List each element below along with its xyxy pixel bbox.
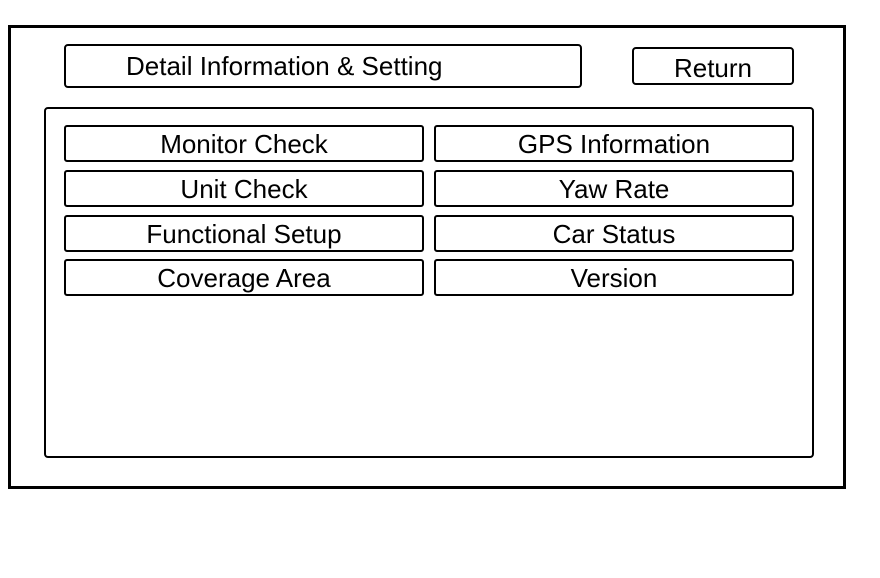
car-status-button[interactable]: Car Status xyxy=(434,215,794,252)
return-button-label: Return xyxy=(673,52,753,83)
page-title-text: Detail Information & Setting xyxy=(126,51,443,81)
unit-check-button[interactable]: Unit Check xyxy=(64,170,424,207)
monitor-check-button[interactable]: Monitor Check xyxy=(64,125,424,162)
yaw-rate-button[interactable]: Yaw Rate xyxy=(434,170,794,207)
gps-information-button[interactable]: GPS Information xyxy=(434,125,794,162)
menu-button-label: Monitor Check xyxy=(160,128,328,159)
coverage-area-button[interactable]: Coverage Area xyxy=(64,259,424,296)
menu-button-label: Yaw Rate xyxy=(558,173,670,204)
menu-button-label: Functional Setup xyxy=(146,218,342,249)
page-title: Detail Information & Setting xyxy=(64,44,582,88)
functional-setup-button[interactable]: Functional Setup xyxy=(64,215,424,252)
return-button[interactable]: Return xyxy=(632,47,794,85)
version-button[interactable]: Version xyxy=(434,259,794,296)
menu-button-label: Version xyxy=(570,262,658,293)
menu-button-label: Coverage Area xyxy=(157,262,331,293)
menu-button-label: Unit Check xyxy=(180,173,308,204)
menu-button-label: Car Status xyxy=(552,218,676,249)
menu-button-label: GPS Information xyxy=(517,128,711,159)
